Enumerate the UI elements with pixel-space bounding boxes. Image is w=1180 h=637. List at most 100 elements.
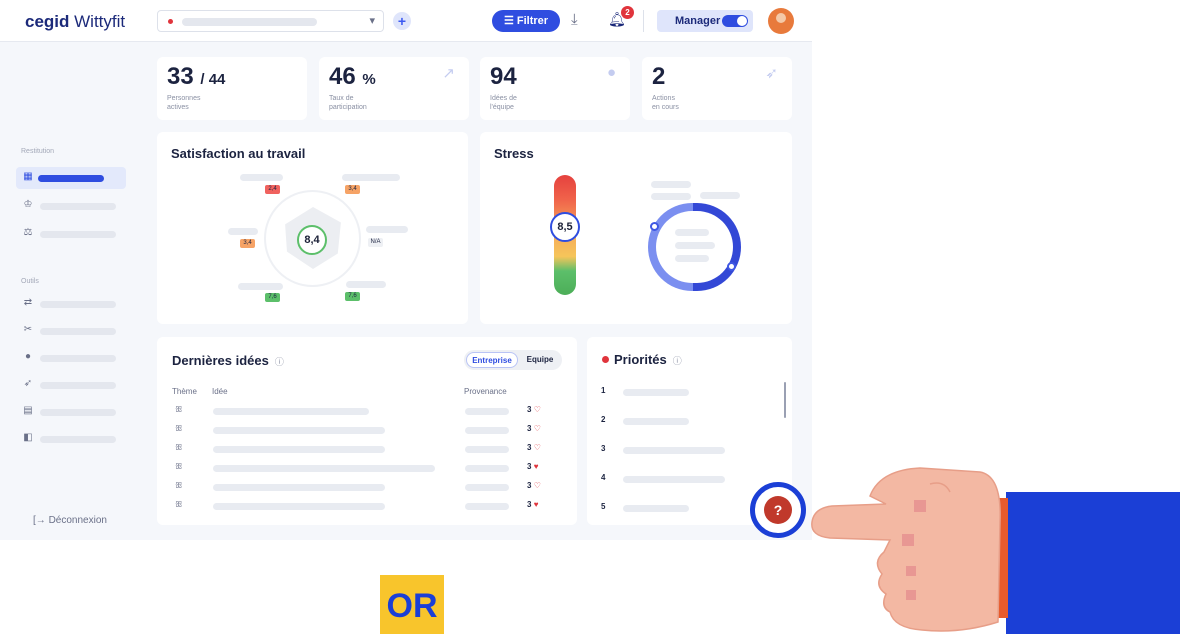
sidebar-item-8[interactable]: ▤ xyxy=(16,401,126,423)
info-icon[interactable]: ⓘ xyxy=(275,357,284,367)
idea-text xyxy=(213,484,385,491)
like-count[interactable]: 3 ♡ xyxy=(527,405,541,414)
dimension-score-chip: 3,4 xyxy=(240,239,255,248)
arc-handle xyxy=(727,262,736,271)
manager-label: Manager xyxy=(675,15,721,27)
kpi-value: 46 % xyxy=(329,63,376,90)
like-count[interactable]: 3 ♡ xyxy=(527,481,541,490)
list-item[interactable]: 4 xyxy=(601,470,781,488)
dimension-label xyxy=(240,174,283,181)
dashboard-icon: ▦ xyxy=(23,171,33,182)
swap-icon: ⇄ xyxy=(23,297,33,308)
notification-badge: 2 xyxy=(621,6,634,19)
satisfaction-score: 8,4 xyxy=(297,225,327,255)
kpi-label: Actions en cours xyxy=(652,95,679,111)
heart-outline-icon: ♡ xyxy=(533,481,541,490)
table-row[interactable]: ꕥ 3 ♡ xyxy=(175,424,555,436)
help-button-highlight[interactable]: ? xyxy=(750,482,806,538)
avatar[interactable] xyxy=(768,8,794,34)
kpi-value: 2 xyxy=(652,63,666,90)
column-provenance: Provenance xyxy=(464,387,507,396)
sidebar-item-dashboard[interactable]: ▦ xyxy=(16,167,126,189)
trend-up-icon: ↗ xyxy=(442,65,455,82)
sidebar-item-9[interactable]: ◧ xyxy=(16,428,126,450)
tab-equipe[interactable]: Equipe xyxy=(522,352,558,368)
priority-rank: 5 xyxy=(601,502,606,511)
rocket-icon: ➶ xyxy=(23,378,33,389)
manager-toggle[interactable]: Manager xyxy=(657,10,753,32)
ideas-title: Dernières idées ⓘ xyxy=(172,353,284,368)
logo[interactable]: cegid Wittyfit xyxy=(25,12,125,32)
sidebar-item-7[interactable]: ➶ xyxy=(16,374,126,396)
like-count[interactable]: 3 ♥ xyxy=(527,500,538,509)
sidebar-section-outils: Outils xyxy=(21,278,39,285)
sidebar-item-label xyxy=(40,231,116,238)
sidebar-item-6[interactable]: ● xyxy=(16,347,126,369)
kpi-card-actions: 2 Actions en cours ➶ xyxy=(642,57,792,120)
priority-label xyxy=(623,389,689,396)
dimension-score-chip: N/A xyxy=(368,238,383,247)
filter-label: Filtrer xyxy=(516,15,549,27)
priority-label xyxy=(623,447,725,454)
heart-outline-icon: ♡ xyxy=(533,424,541,433)
stress-center-label xyxy=(675,255,709,262)
sidebar-item-5[interactable]: ✂ xyxy=(16,320,126,342)
status-dot xyxy=(602,356,609,363)
idea-text xyxy=(213,465,435,472)
sidebar-item-label xyxy=(38,175,104,182)
like-count[interactable]: 3 ♥ xyxy=(527,462,538,471)
table-row[interactable]: ꕥ 3 ♥ xyxy=(175,462,555,474)
table-row[interactable]: ꕥ 3 ♥ xyxy=(175,500,555,512)
stress-score: 8,5 xyxy=(550,212,580,242)
sidebar: Restitution ▦ ♔ ⚖ Outils ⇄ ✂ ● ➶ ▤ ◧ [→ … xyxy=(0,42,140,540)
scrollbar[interactable] xyxy=(784,382,786,418)
list-item[interactable]: 3 xyxy=(601,441,781,459)
team-select[interactable]: ▾ xyxy=(157,10,384,32)
table-row[interactable]: ꕥ 3 ♡ xyxy=(175,443,555,455)
team-name-placeholder xyxy=(182,18,317,26)
dimension-score-chip: 7,6 xyxy=(265,293,280,302)
logo-prefix: cegid xyxy=(25,12,70,31)
logout-link[interactable]: [→ Déconnexion xyxy=(33,515,107,526)
table-row[interactable]: ꕥ 3 ♡ xyxy=(175,405,555,417)
like-count[interactable]: 3 ♡ xyxy=(527,424,541,433)
chevron-down-icon: ▾ xyxy=(369,15,375,27)
lightbulb-icon: ● xyxy=(606,64,616,81)
info-icon[interactable]: ⓘ xyxy=(673,356,682,366)
list-item[interactable]: 2 xyxy=(601,412,781,430)
help-icon[interactable]: ? xyxy=(764,496,792,524)
dimension-score-chip: 2,4 xyxy=(265,185,280,194)
heart-outline-icon: ♡ xyxy=(533,405,541,414)
filter-icon: ☰ xyxy=(503,15,514,27)
sidebar-item-label xyxy=(40,409,116,416)
tab-entreprise[interactable]: Entreprise xyxy=(466,352,518,368)
tools-icon: ✂ xyxy=(23,324,33,335)
sidebar-item-2[interactable]: ♔ xyxy=(16,195,126,217)
pointing-hand-illustration xyxy=(811,467,1180,634)
heart-filled-icon: ♥ xyxy=(533,500,539,509)
table-row[interactable]: ꕥ 3 ♡ xyxy=(175,481,555,493)
dimension-score-chip: 3,4 xyxy=(345,185,360,194)
idea-text xyxy=(213,408,369,415)
like-count[interactable]: 3 ♡ xyxy=(527,443,541,452)
kpi-card-participation: 46 % Taux de participation ↗ xyxy=(319,57,469,120)
dimension-score-chip: 7,6 xyxy=(345,292,360,301)
dimension-label xyxy=(238,283,283,290)
download-icon[interactable]: ⤓ xyxy=(571,11,578,28)
sidebar-item-3[interactable]: ⚖ xyxy=(16,223,126,245)
kpi-value: 33 / 44 xyxy=(167,63,226,90)
list-item[interactable]: 1 xyxy=(601,383,781,401)
sidebar-item-4[interactable]: ⇄ xyxy=(16,293,126,315)
manager-switch[interactable] xyxy=(722,15,748,27)
priorities-title: Priorités ⓘ xyxy=(602,352,682,367)
filter-button[interactable]: ☰ Filtrer xyxy=(492,10,560,32)
stress-card[interactable]: Stress xyxy=(480,132,792,324)
sidebar-item-label xyxy=(40,328,116,335)
add-team-button[interactable]: + xyxy=(393,12,411,30)
priority-label xyxy=(623,476,725,483)
priority-rank: 3 xyxy=(601,444,606,453)
logout-icon: [→ xyxy=(33,515,46,526)
stress-legend-label xyxy=(651,181,691,188)
app-window: cegid Wittyfit ▾ + ☰ Filtrer ⤓ 🔔︎ 2 Mana… xyxy=(0,0,812,540)
header-divider xyxy=(643,10,644,32)
